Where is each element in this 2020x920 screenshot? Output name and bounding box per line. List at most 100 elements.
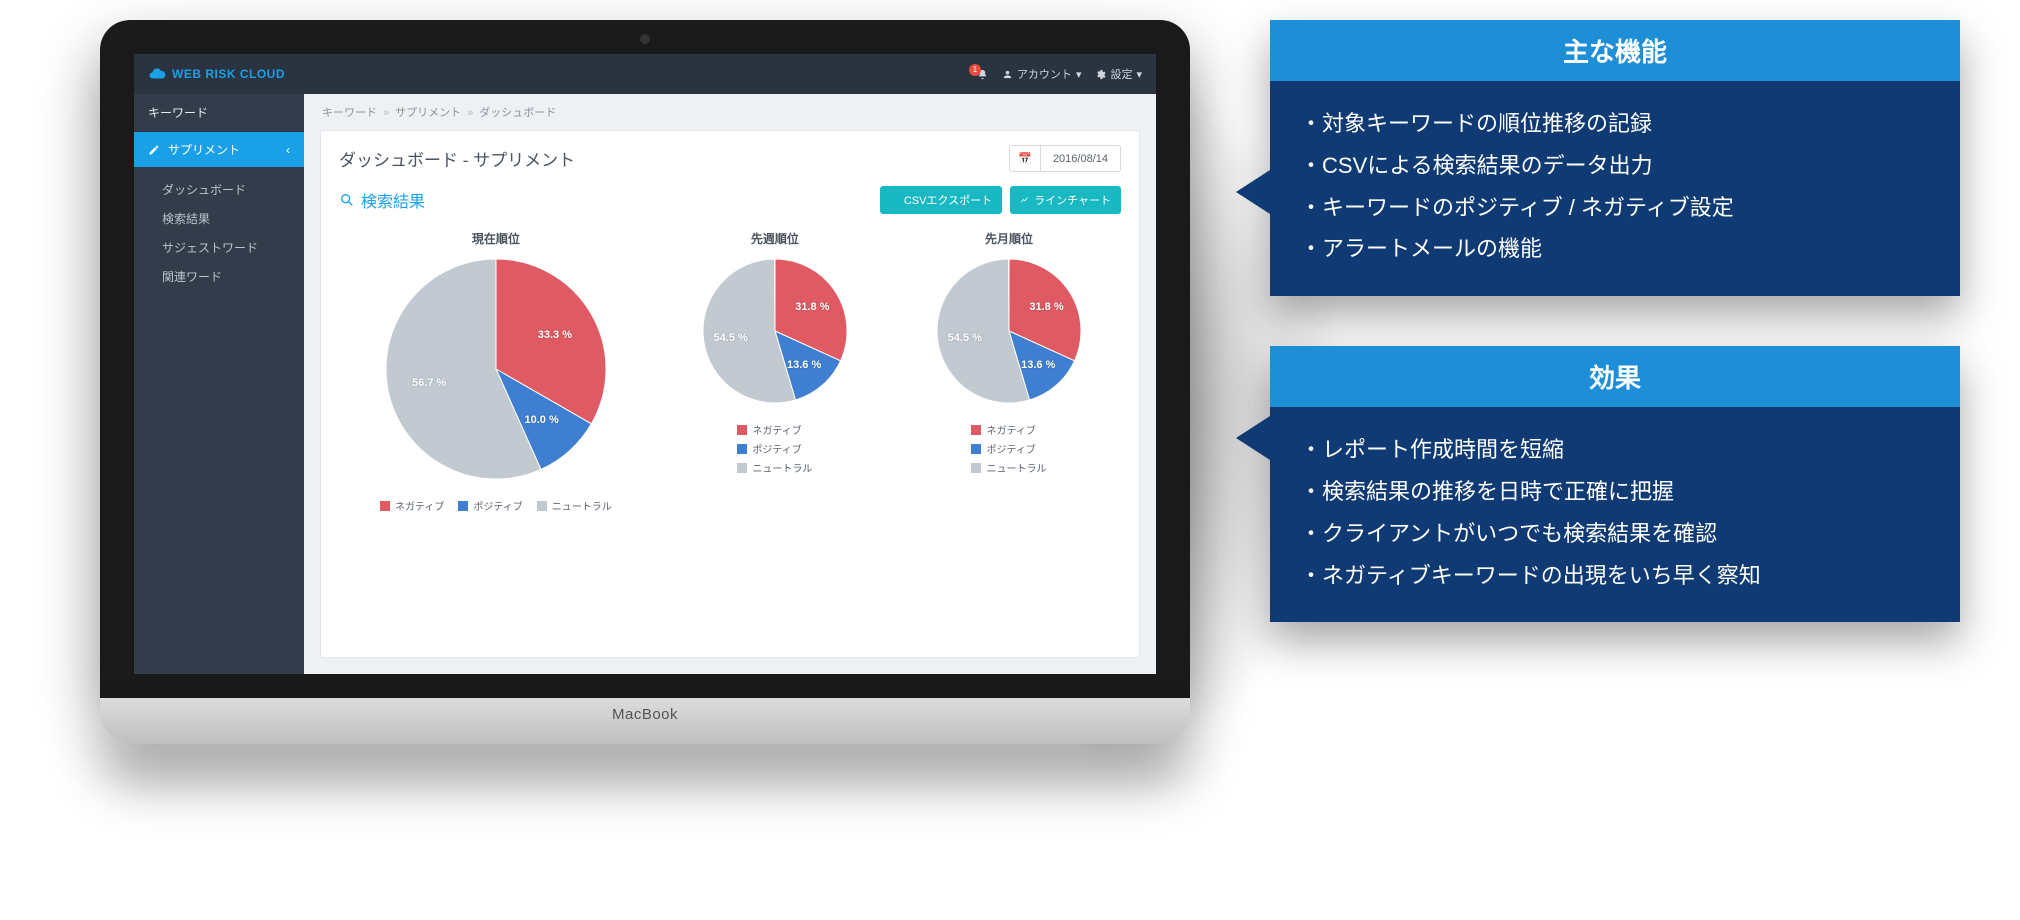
settings-label: 設定: [1110, 66, 1132, 82]
topbar: WEB RISK CLOUD 1 アカウント ▾: [134, 54, 1156, 94]
legend-label: ネガティブ: [986, 422, 1035, 437]
chart-column: 先月順位 31.8 % 13.6 % 54.5 % ネガティブポジティブニュートラル: [897, 224, 1121, 647]
card-item: レポート作成時間を短縮: [1300, 429, 1930, 471]
laptop-brand: MacBook: [612, 706, 678, 723]
search-icon: [339, 192, 355, 208]
chart-legend: ネガティブポジティブニュートラル: [737, 422, 812, 475]
chart-column: 先週順位31.8 %13.6 %54.5 %ネガティブポジティブニュートラル: [663, 224, 887, 647]
chart-title: 先月順位: [985, 230, 1033, 247]
pie-slice-label: 13.6 %: [787, 359, 821, 371]
pie-chart: 31.8 % 13.6 % 54.5 %: [935, 257, 1083, 410]
pie-slice-label: 31.8 %: [795, 301, 829, 313]
gear-icon: [1095, 69, 1106, 80]
sidebar-item[interactable]: ダッシュボード: [162, 175, 290, 204]
card-item: ネガティブキーワードの出現をいち早く察知: [1300, 555, 1930, 597]
sidebar-item[interactable]: 検索結果: [162, 204, 290, 233]
legend-item: ポジティブ: [971, 441, 1035, 456]
card-features: 主な機能 対象キーワードの順位推移の記録CSVによる検索結果のデータ出力キーワー…: [1270, 20, 1960, 296]
pie-chart: 33.3 % 10.0 % 56.7 %: [384, 257, 608, 486]
legend-swatch-icon: [737, 444, 747, 454]
legend-swatch-icon: [971, 425, 981, 435]
webcam-icon: [640, 34, 650, 44]
pie-slice-label: 33.3 %: [538, 329, 572, 341]
settings-menu[interactable]: 設定 ▾: [1095, 66, 1142, 82]
chart-legend: ネガティブ ポジティブニュートラル: [380, 498, 612, 513]
card-effects-title: 効果: [1270, 346, 1960, 407]
sidebar-heading: キーワード: [134, 94, 304, 132]
legend-item: ニュートラル: [737, 460, 812, 475]
card-item: CSVによる検索結果のデータ出力: [1300, 145, 1930, 187]
notification-bell[interactable]: 1: [977, 69, 988, 80]
pie-slice-label: 10.0 %: [524, 414, 558, 426]
chevron-left-icon: ‹: [286, 143, 290, 157]
legend-item: ポジティブ: [737, 441, 801, 456]
legend-swatch-icon: [737, 425, 747, 435]
legend-swatch-icon: [380, 501, 390, 511]
sidebar-item[interactable]: サジェストワード: [162, 233, 290, 262]
page-title: ダッシュボード - サプリメント: [339, 146, 575, 171]
pencil-icon: [148, 144, 160, 156]
section-heading-text: 検索結果: [361, 188, 425, 212]
pie-slice-label: 56.7 %: [412, 377, 446, 389]
brand-logo[interactable]: WEB RISK CLOUD: [148, 65, 285, 83]
card-item: クライアントがいつでも検索結果を確認: [1300, 513, 1930, 555]
line-chart-label: ラインチャート: [1034, 192, 1111, 208]
pie-slice-label: 31.8 %: [1029, 301, 1063, 313]
chevron-down-icon: ▾: [1136, 68, 1142, 81]
pie-chart: 31.8 % 13.6 % 54.5 %: [701, 257, 849, 410]
line-chart-button[interactable]: ラインチャート: [1010, 186, 1121, 214]
card-item: キーワードのポジティブ / ネガティブ設定: [1300, 187, 1930, 229]
legend-swatch-icon: [458, 501, 468, 511]
account-label: アカウント: [1017, 66, 1072, 82]
legend-item: ネガティブ: [380, 498, 444, 513]
breadcrumb-item[interactable]: サプリメント: [395, 107, 461, 119]
chart-legend: ネガティブポジティブニュートラル: [971, 422, 1046, 475]
brand-text: WEB RISK CLOUD: [172, 67, 285, 81]
legend-label: ネガティブ: [752, 422, 801, 437]
callout-pointer-icon: [1236, 416, 1270, 460]
legend-item: ニュートラル: [537, 498, 612, 513]
breadcrumb: キーワード»サプリメント»ダッシュボード: [304, 94, 1156, 120]
legend-swatch-icon: [537, 501, 547, 511]
legend-label: ポジティブ: [752, 441, 801, 456]
legend-item: ネガティブ: [971, 422, 1035, 437]
download-icon: [890, 195, 900, 205]
legend-item: ネガティブ: [737, 422, 801, 437]
dashboard-panel: ダッシュボード - サプリメント 📅 2016/08/14 検索結果: [320, 130, 1140, 658]
main-area: キーワード»サプリメント»ダッシュボード ダッシュボード - サプリメント 📅 …: [304, 94, 1156, 674]
csv-export-button[interactable]: CSVエクスポート: [880, 186, 1002, 214]
legend-label: ニュートラル: [752, 460, 812, 475]
calendar-icon: 📅: [1010, 146, 1041, 171]
notification-badge: 1: [969, 64, 981, 76]
sidebar-item-active[interactable]: サプリメント ‹: [134, 132, 304, 167]
legend-swatch-icon: [971, 444, 981, 454]
card-effects: 効果 レポート作成時間を短縮検索結果の推移を日時で正確に把握クライアントがいつで…: [1270, 346, 1960, 622]
sidebar: キーワード サプリメント ‹ ダッシュボード検索結果サジェストワード関連ワード: [134, 94, 304, 674]
date-value: 2016/08/14: [1041, 147, 1120, 171]
chevron-down-icon: ▾: [1076, 68, 1082, 81]
laptop-frame: WEB RISK CLOUD 1 アカウント ▾: [100, 20, 1190, 744]
legend-item: ポジティブ: [458, 498, 522, 513]
laptop-base: MacBook: [100, 698, 1190, 744]
sidebar-active-label: サプリメント: [168, 141, 240, 158]
callout-pointer-icon: [1236, 170, 1270, 214]
pie-slice-label: 54.5 %: [948, 332, 982, 344]
sidebar-item[interactable]: 関連ワード: [162, 262, 290, 291]
pie-slice-label: 54.5 %: [714, 332, 748, 344]
card-features-title: 主な機能: [1270, 20, 1960, 81]
date-picker[interactable]: 📅 2016/08/14: [1009, 145, 1121, 172]
legend-label: ポジティブ: [473, 498, 522, 513]
legend-swatch-icon: [971, 463, 981, 473]
line-chart-icon: [1020, 195, 1030, 205]
chart-column: 現在順位 33.3 % 10.0 % 56.7 % ネガティブ ポジティブニュートラル: [339, 224, 653, 647]
pie-slice-label: 13.6 %: [1021, 359, 1055, 371]
chart-title: 現在順位: [472, 230, 520, 247]
breadcrumb-item: ダッシュボード: [479, 107, 556, 119]
legend-item: ニュートラル: [971, 460, 1046, 475]
card-item: アラートメールの機能: [1300, 228, 1930, 270]
csv-export-label: CSVエクスポート: [904, 192, 992, 208]
account-menu[interactable]: アカウント ▾: [1002, 66, 1082, 82]
legend-label: ポジティブ: [986, 441, 1035, 456]
breadcrumb-item[interactable]: キーワード: [322, 107, 377, 119]
section-heading: 検索結果: [339, 188, 425, 212]
